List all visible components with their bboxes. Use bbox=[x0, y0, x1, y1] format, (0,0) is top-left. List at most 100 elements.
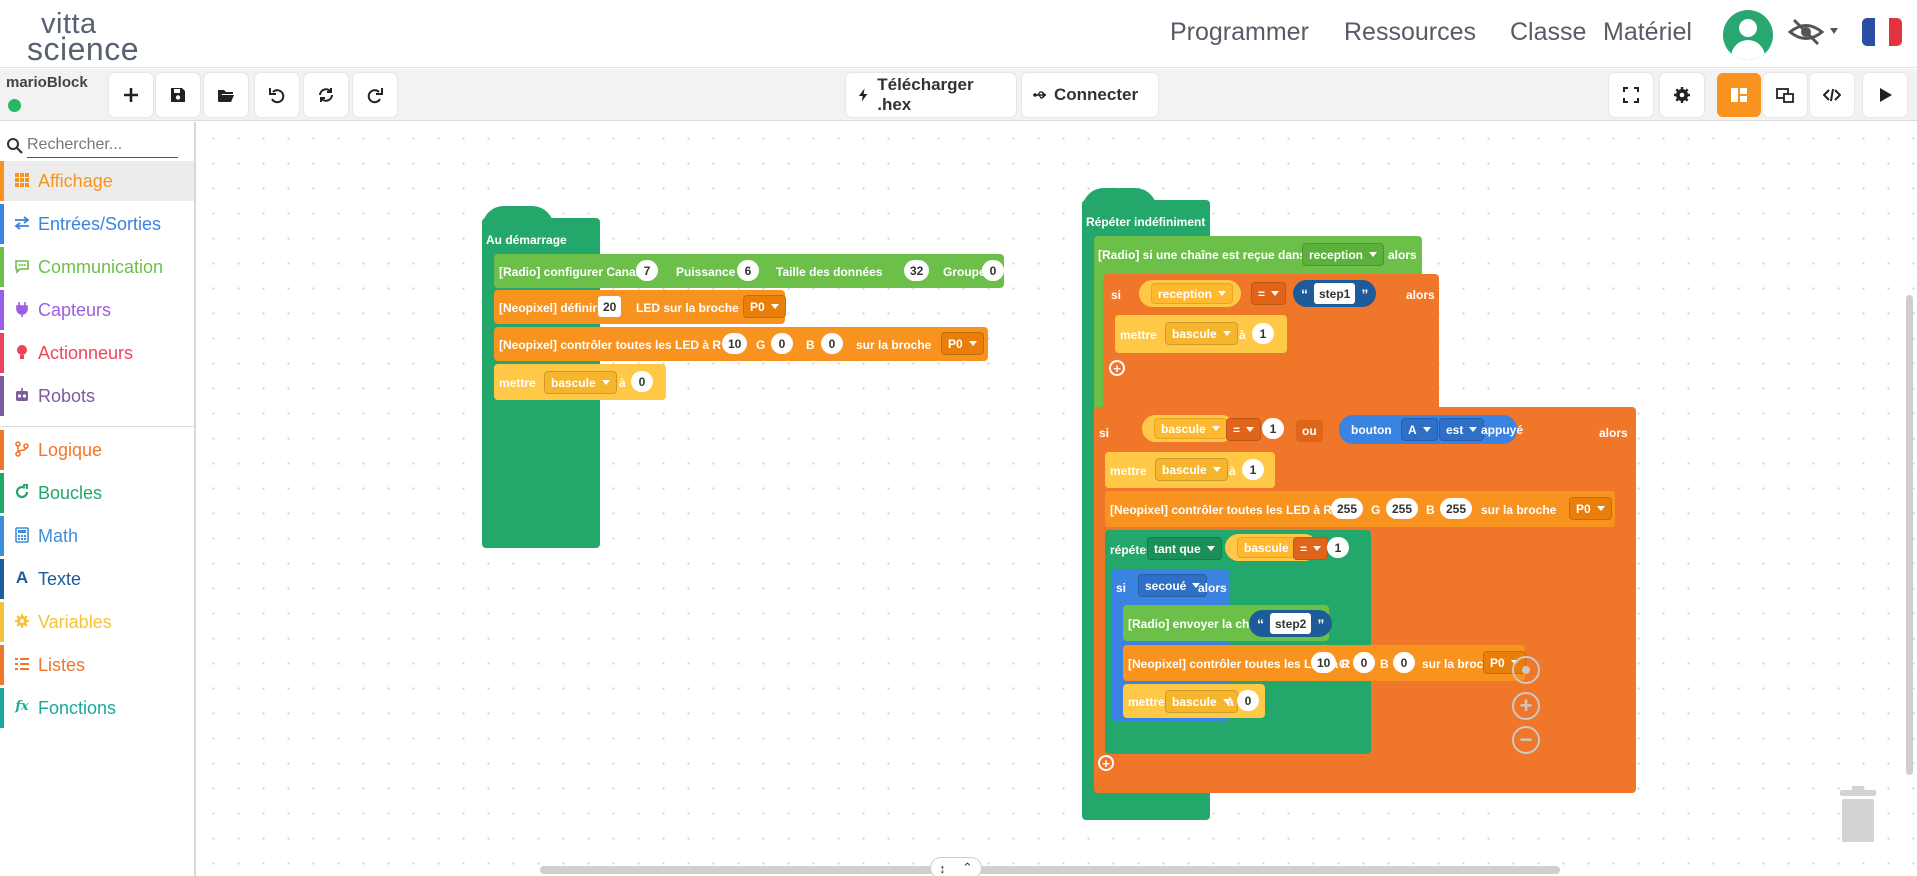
connect-button[interactable]: Connecter bbox=[1022, 73, 1158, 117]
loop-icon bbox=[15, 484, 29, 499]
neopixel-g-field[interactable]: 0 bbox=[771, 333, 793, 354]
variable-dropdown[interactable]: bascule bbox=[544, 371, 617, 394]
add-branch-icon[interactable]: + bbox=[1098, 755, 1114, 771]
run-button[interactable] bbox=[1863, 73, 1907, 117]
neopixel-g-field[interactable]: 0 bbox=[1353, 652, 1375, 673]
neopixel-r-field[interactable]: 10 bbox=[1311, 652, 1337, 673]
blockly-workspace[interactable]: Au démarrage [Radio] configurer Canal 7 … bbox=[197, 122, 1917, 876]
category-boucles[interactable]: Boucles bbox=[0, 473, 194, 513]
or-operator-dropdown[interactable]: ou bbox=[1296, 420, 1323, 442]
bascule-variable-pill[interactable]: bascule bbox=[1142, 415, 1235, 442]
category-communication[interactable]: Communication bbox=[0, 247, 194, 287]
reception-variable-pill[interactable]: reception bbox=[1139, 280, 1242, 307]
set-value-field[interactable]: 1 bbox=[1252, 323, 1274, 344]
neopixel-control-block[interactable]: [Neopixel] contrôler toutes les LED à R … bbox=[494, 327, 988, 361]
neopixel-define-block[interactable]: [Neopixel] définir 20 LED sur la broche … bbox=[494, 290, 786, 324]
equals-operator-dropdown[interactable]: = bbox=[1251, 282, 1287, 305]
nav-programmer[interactable]: Programmer bbox=[1170, 18, 1309, 47]
nav-classe[interactable]: Classe bbox=[1510, 18, 1586, 47]
save-button[interactable] bbox=[156, 73, 200, 117]
neopixel-pin-dropdown[interactable]: P0 bbox=[743, 295, 786, 318]
radio-send-block[interactable]: [Radio] envoyer la chaîne “step2” bbox=[1123, 605, 1333, 641]
bascule-variable-dropdown[interactable]: bascule bbox=[1154, 418, 1227, 439]
add-branch-icon[interactable]: + bbox=[1109, 360, 1125, 376]
radio-taille-field[interactable]: 32 bbox=[904, 260, 930, 281]
search-input[interactable] bbox=[27, 133, 178, 158]
category-math[interactable]: Math bbox=[0, 516, 194, 556]
set-value-field[interactable]: 0 bbox=[1237, 690, 1259, 711]
category-actionneurs[interactable]: Actionneurs bbox=[0, 333, 194, 373]
trash-can-icon[interactable] bbox=[1838, 786, 1878, 844]
neopixel-pin-dropdown[interactable]: P0 bbox=[941, 332, 984, 355]
set-variable-block[interactable]: mettre bascule à 0 bbox=[494, 364, 666, 400]
undo-button[interactable] bbox=[255, 73, 299, 117]
repeat-mode-dropdown[interactable]: tant que bbox=[1147, 537, 1222, 560]
set-variable-block[interactable]: mettre bascule à 0 bbox=[1123, 684, 1265, 718]
category-capteurs[interactable]: Capteurs bbox=[0, 290, 194, 330]
set-variable-block[interactable]: mettre bascule à 1 bbox=[1105, 452, 1275, 488]
neopixel-count-field[interactable]: 20 bbox=[598, 296, 622, 317]
fullscreen-button[interactable] bbox=[1609, 73, 1653, 117]
compare-value-field[interactable]: 1 bbox=[1327, 537, 1349, 558]
nav-materiel[interactable]: Matériel bbox=[1603, 18, 1692, 47]
compare-value-field[interactable]: 1 bbox=[1262, 418, 1284, 439]
neopixel-r-field[interactable]: 255 bbox=[1331, 498, 1364, 519]
button-state-dropdown[interactable]: est bbox=[1439, 418, 1485, 441]
open-folder-button[interactable] bbox=[204, 73, 248, 117]
string-value[interactable]: step2 bbox=[1270, 613, 1312, 634]
folder-open-icon bbox=[218, 90, 234, 102]
button-pressed-block[interactable]: bouton A est appuyé bbox=[1339, 415, 1523, 444]
category-robots[interactable]: Robots bbox=[0, 376, 194, 416]
user-avatar-icon[interactable] bbox=[1723, 10, 1773, 60]
redo-button[interactable] bbox=[353, 73, 397, 117]
zoom-in-icon[interactable]: + bbox=[1512, 692, 1540, 720]
nav-ressources[interactable]: Ressources bbox=[1344, 18, 1476, 47]
set-value-field[interactable]: 1 bbox=[1242, 459, 1264, 480]
recenter-target-icon[interactable] bbox=[1512, 656, 1540, 684]
category-entrees-sorties[interactable]: Entrées/Sorties bbox=[0, 204, 194, 244]
french-flag-icon[interactable] bbox=[1862, 18, 1902, 46]
blocks-view-button[interactable] bbox=[1717, 73, 1761, 117]
horizontal-scrollbar[interactable] bbox=[540, 866, 1560, 874]
vertical-scrollbar[interactable] bbox=[1906, 295, 1913, 775]
neopixel-control-block[interactable]: [Neopixel] contrôler toutes les LED à R … bbox=[1105, 491, 1615, 527]
category-affichage[interactable]: Affichage bbox=[0, 161, 194, 201]
eye-slash-dropdown-icon[interactable] bbox=[1787, 17, 1846, 47]
refresh-button[interactable] bbox=[304, 73, 348, 117]
set-value-field[interactable]: 0 bbox=[631, 371, 653, 392]
set-variable-block[interactable]: mettre bascule à 1 bbox=[1115, 315, 1287, 353]
panel-resize-handle[interactable]: ↕ ⌃ bbox=[930, 857, 982, 876]
neopixel-b-field[interactable]: 0 bbox=[821, 333, 843, 354]
equals-operator-dropdown[interactable]: = bbox=[1226, 418, 1262, 441]
neopixel-b-field[interactable]: 0 bbox=[1393, 652, 1415, 673]
category-listes[interactable]: Listes bbox=[0, 645, 194, 685]
neopixel-g-field[interactable]: 255 bbox=[1386, 498, 1419, 519]
button-choice-dropdown[interactable]: A bbox=[1401, 418, 1438, 441]
category-fonctions[interactable]: fx Fonctions bbox=[0, 688, 194, 728]
category-logique[interactable]: Logique bbox=[0, 430, 194, 470]
radio-config-block[interactable]: [Radio] configurer Canal 7 Puissance 6 T… bbox=[494, 254, 1004, 288]
category-texte[interactable]: A Texte bbox=[0, 559, 194, 599]
radio-canal-field[interactable]: 7 bbox=[636, 260, 658, 281]
simulator-view-button[interactable] bbox=[1763, 73, 1807, 117]
neopixel-pin-dropdown[interactable]: P0 bbox=[1569, 497, 1612, 520]
reception-variable-dropdown[interactable]: reception bbox=[1151, 283, 1234, 304]
variable-dropdown[interactable]: bascule bbox=[1155, 458, 1228, 481]
category-variables[interactable]: Variables bbox=[0, 602, 194, 642]
vittascience-logo[interactable]: vitta science bbox=[27, 6, 139, 67]
variable-dropdown[interactable]: bascule bbox=[1165, 322, 1238, 345]
download-hex-button[interactable]: Télécharger .hex bbox=[846, 73, 1016, 117]
radio-groupe-field[interactable]: 0 bbox=[982, 260, 1004, 281]
new-project-button[interactable] bbox=[109, 73, 153, 117]
radio-puissance-field[interactable]: 6 bbox=[737, 260, 759, 281]
zoom-out-icon[interactable]: − bbox=[1512, 726, 1540, 754]
neopixel-b-field[interactable]: 255 bbox=[1440, 498, 1473, 519]
settings-button[interactable] bbox=[1660, 73, 1704, 117]
equals-operator-dropdown[interactable]: = bbox=[1293, 537, 1329, 560]
gesture-dropdown[interactable]: secoué bbox=[1138, 574, 1208, 597]
reception-variable-dropdown[interactable]: reception bbox=[1302, 243, 1385, 266]
neopixel-control-block[interactable]: [Neopixel] contrôler toutes les LED à R … bbox=[1123, 645, 1526, 681]
code-view-button[interactable] bbox=[1810, 73, 1854, 117]
neopixel-r-field[interactable]: 10 bbox=[722, 333, 748, 354]
string-value[interactable]: step1 bbox=[1314, 283, 1356, 304]
